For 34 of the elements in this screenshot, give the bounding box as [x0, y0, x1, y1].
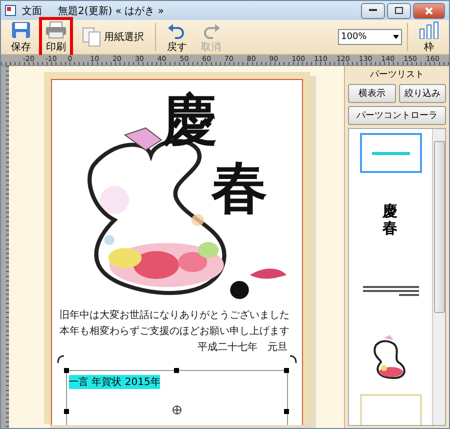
move-handle-icon[interactable]: [172, 405, 182, 415]
panel-title: パーツリスト: [369, 69, 425, 81]
message-lines-preview: [362, 286, 418, 296]
minimize-icon: [369, 9, 377, 12]
rotate-handle-icon[interactable]: [56, 355, 64, 364]
greeting-text: 本年も相変わらずご支援のほどお願い申し上げます: [58, 324, 290, 339]
toolbar-button[interactable]: 用紙選択: [75, 22, 150, 52]
app-icon: [5, 5, 16, 16]
app-name: 文面: [22, 4, 42, 18]
caret-icon: [393, 35, 399, 39]
paper-stack-icon: [81, 26, 103, 48]
part-thumbnail[interactable]: [360, 133, 422, 173]
text-line-preview: [372, 152, 410, 154]
rotate-handle-icon[interactable]: [288, 355, 296, 364]
selected-text: 一言 年賀状 2015年: [68, 375, 160, 389]
panel-button[interactable]: 横表示: [348, 84, 396, 103]
zoom-dropdown[interactable]: 100%: [338, 29, 402, 45]
calligraphy-text: 春: [212, 160, 268, 216]
printer-icon: [45, 20, 67, 38]
maximize-icon: [395, 7, 403, 14]
panel-button[interactable]: 絞り込み: [398, 84, 446, 103]
close-icon: [425, 6, 433, 14]
window-title: 無題2(更新) « はがき »: [58, 4, 164, 18]
greeting-text: 旧年中は大変お世話になりありがとうございました: [58, 308, 290, 323]
bar-chart-icon: [419, 20, 439, 38]
calligraphy-text: 慶: [162, 92, 218, 148]
minimize-button[interactable]: [361, 2, 385, 18]
scrollbar[interactable]: [432, 129, 445, 425]
close-button[interactable]: [413, 2, 445, 18]
date-text: 平成二十七年 元旦: [196, 340, 288, 355]
maximize-button[interactable]: [387, 2, 411, 18]
calligraphy-preview: 慶春: [382, 203, 398, 236]
part-thumbnail[interactable]: 慶春: [360, 177, 422, 262]
parts-controller-button[interactable]: パーツコントローラ: [348, 106, 446, 125]
